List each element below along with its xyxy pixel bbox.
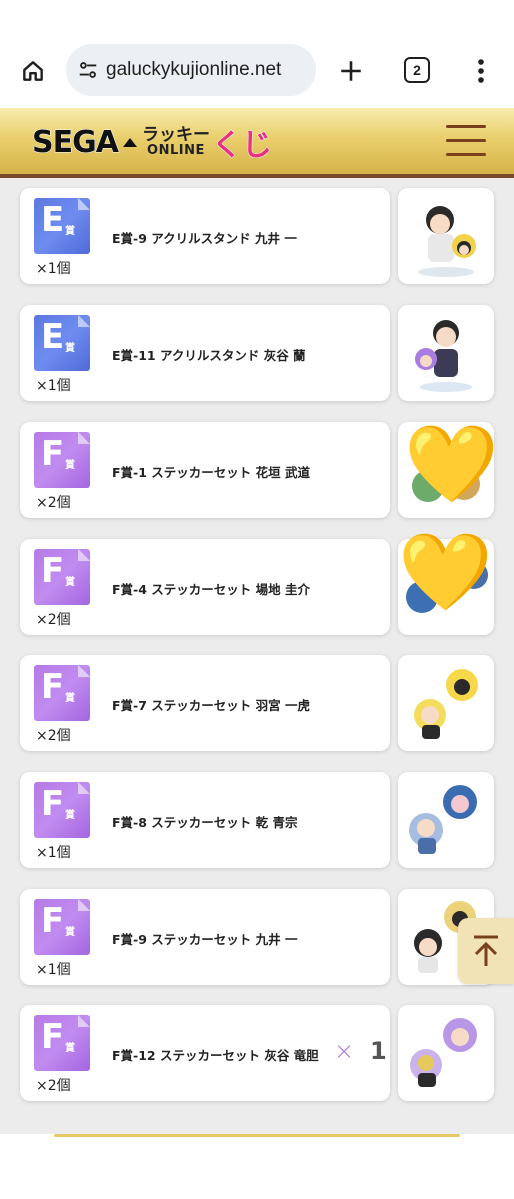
- prize-row[interactable]: F賞 ×1個 F賞-8 ステッカーセット 乾 青宗: [20, 772, 494, 868]
- prize-card[interactable]: F賞 ×2個 F賞-1 ステッカーセット 花垣 武道: [20, 422, 390, 518]
- page-footer-area: [0, 1134, 514, 1199]
- prize-quantity: ×2個: [36, 728, 71, 744]
- new-tab-button[interactable]: [334, 52, 368, 90]
- prize-card[interactable]: E賞 ×1個 E賞-11 アクリルスタンド 灰谷 蘭: [20, 305, 390, 401]
- prize-thumbnail[interactable]: [398, 188, 494, 284]
- prize-name: E賞-9 アクリルスタンド 九井 一: [112, 231, 297, 246]
- scroll-top-button[interactable]: [458, 918, 514, 984]
- prize-name: F賞-1 ステッカーセット 花垣 武道: [112, 465, 310, 480]
- count-number: 1: [370, 1037, 387, 1065]
- prize-list: E賞 ×1個 E賞-9 アクリルスタンド 九井 一 E賞 ×1個 E賞-11 ア…: [0, 178, 514, 1134]
- prize-quantity: ×1個: [36, 261, 71, 277]
- prize-name: F賞-9 ステッカーセット 九井 一: [112, 932, 298, 947]
- prize-quantity: ×1個: [36, 845, 71, 861]
- prize-quantity: ×2個: [36, 612, 71, 628]
- logo-caret-icon: [122, 138, 137, 147]
- grade-badge: F賞: [34, 899, 90, 955]
- prize-quantity: ×2個: [36, 495, 71, 511]
- bottom-banner-edge: [54, 1134, 460, 1137]
- prize-name: F賞-8 ステッカーセット 乾 青宗: [112, 815, 298, 830]
- prize-card[interactable]: F賞 ×2個 F賞-4 ステッカーセット 場地 圭介: [20, 539, 390, 635]
- tab-switcher-button[interactable]: 2: [404, 57, 430, 83]
- grade-badge: F賞: [34, 782, 90, 838]
- home-button[interactable]: [14, 52, 52, 90]
- times-mark: ×: [334, 1037, 355, 1065]
- heart-emoji: 💛: [398, 527, 493, 616]
- prize-quantity: ×1個: [36, 962, 71, 978]
- prize-name: F賞-7 ステッカーセット 羽宮 一虎: [112, 698, 310, 713]
- more-vert-icon: [478, 59, 484, 83]
- grade-badge: F賞: [34, 665, 90, 721]
- arrow-up-icon: [474, 935, 498, 966]
- address-bar[interactable]: galuckykujionline.net: [66, 44, 316, 96]
- prize-card[interactable]: F賞 ×2個 F賞-7 ステッカーセット 羽宮 一虎: [20, 655, 390, 751]
- prize-card[interactable]: E賞 ×1個 E賞-9 アクリルスタンド 九井 一: [20, 188, 390, 284]
- hamburger-icon[interactable]: [446, 123, 486, 159]
- prize-quantity: ×1個: [36, 378, 71, 394]
- prize-card[interactable]: F賞 ×1個 F賞-8 ステッカーセット 乾 青宗: [20, 772, 390, 868]
- prize-card[interactable]: F賞 ×1個 F賞-9 ステッカーセット 九井 一: [20, 889, 390, 985]
- plus-icon: [341, 61, 361, 81]
- prize-thumbnail[interactable]: [398, 655, 494, 751]
- grade-badge: E賞: [34, 315, 90, 371]
- grade-badge: F賞: [34, 1015, 90, 1071]
- home-icon: [23, 61, 43, 81]
- browser-toolbar: galuckykujionline.net 2: [0, 0, 514, 108]
- prize-row[interactable]: F賞 ×2個 F賞-7 ステッカーセット 羽宮 一虎: [20, 655, 494, 751]
- grade-badge: E賞: [34, 198, 90, 254]
- prize-card[interactable]: F賞 ×2個 F賞-12 ステッカーセット 灰谷 竜胆 × 1: [20, 1005, 390, 1101]
- logo-sega: SEGA: [32, 124, 120, 160]
- site-header: SEGA ラッキー ONLINE くじ: [0, 108, 514, 178]
- prize-row[interactable]: F賞 ×1個 F賞-9 ステッカーセット 九井 一: [20, 889, 494, 985]
- site-logo[interactable]: SEGA ラッキー ONLINE くじ: [32, 122, 273, 164]
- logo-kuji: くじ: [211, 128, 272, 164]
- prize-name: F賞-4 ステッカーセット 場地 圭介: [112, 582, 310, 597]
- grade-badge: F賞: [34, 549, 90, 605]
- prize-name: F賞-12 ステッカーセット 灰谷 竜胆: [112, 1048, 319, 1063]
- prize-quantity: ×2個: [36, 1078, 71, 1094]
- tune-icon[interactable]: [76, 58, 100, 82]
- prize-row[interactable]: F賞 ×2個 F賞-12 ステッカーセット 灰谷 竜胆 × 1: [20, 1005, 494, 1101]
- browser-menu-button[interactable]: [470, 52, 492, 90]
- prize-thumbnail[interactable]: [398, 772, 494, 868]
- logo-lucky: ラッキー ONLINE: [141, 125, 210, 158]
- url-text[interactable]: galuckykujionline.net: [106, 59, 281, 81]
- prize-row[interactable]: E賞 ×1個 E賞-11 アクリルスタンド 灰谷 蘭: [20, 305, 494, 401]
- prize-name: E賞-11 アクリルスタンド 灰谷 蘭: [112, 348, 306, 363]
- prize-thumbnail[interactable]: [398, 305, 494, 401]
- prize-row[interactable]: E賞 ×1個 E賞-9 アクリルスタンド 九井 一: [20, 188, 494, 284]
- heart-emoji: 💛: [404, 419, 499, 508]
- grade-badge: F賞: [34, 432, 90, 488]
- prize-thumbnail[interactable]: [398, 1005, 494, 1101]
